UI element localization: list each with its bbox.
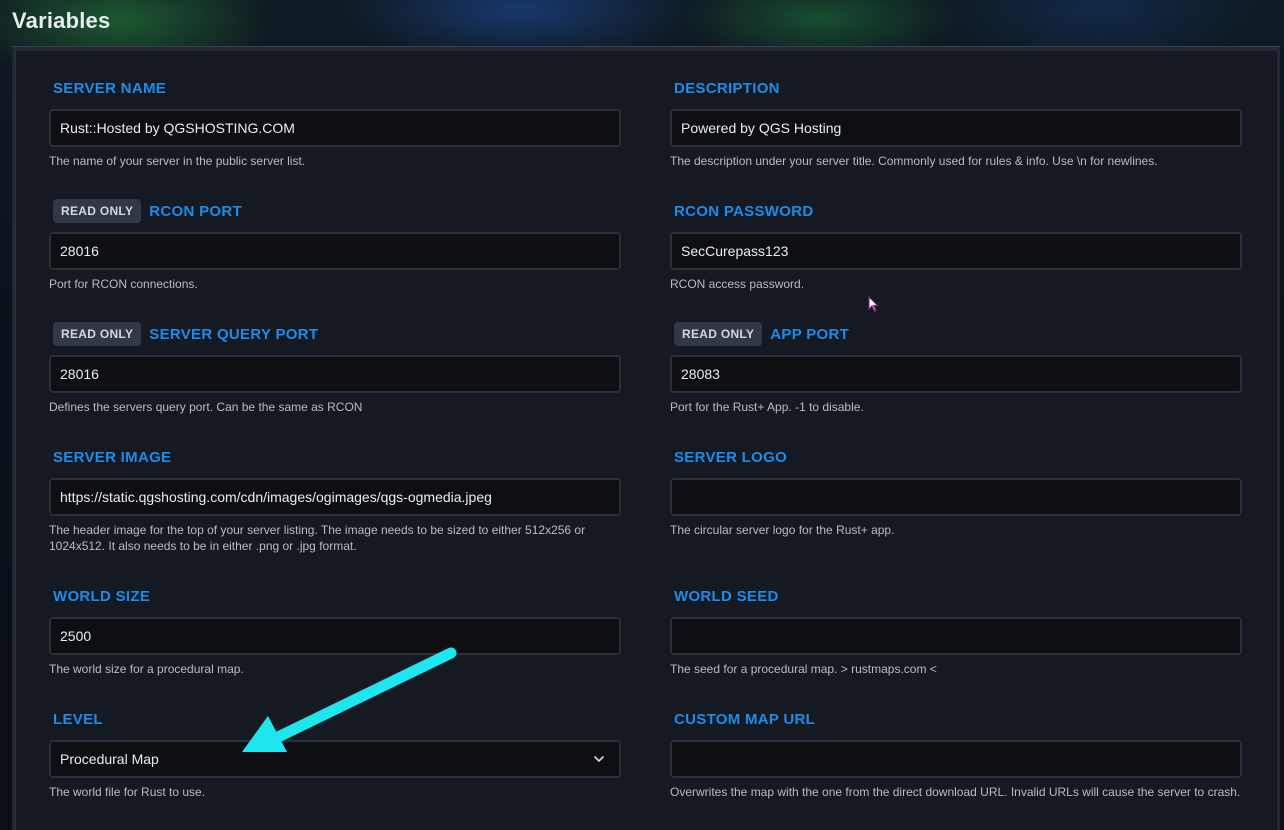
read-only-badge: READ ONLY bbox=[674, 322, 763, 346]
field-description: DESCRIPTION Powered by QGS Hosting The d… bbox=[670, 75, 1242, 169]
field-label: SERVER LOGO bbox=[674, 448, 788, 466]
field-description: The header image for the top of your ser… bbox=[49, 523, 586, 553]
description-input[interactable]: Powered by QGS Hosting bbox=[670, 109, 1242, 147]
field-description: The seed for a procedural map. > rustmap… bbox=[670, 662, 937, 676]
field-description: Port for RCON connections. bbox=[49, 277, 198, 291]
field-label: CUSTOM MAP URL bbox=[674, 710, 816, 728]
field-label: WORLD SEED bbox=[674, 587, 779, 605]
read-only-badge: READ ONLY bbox=[53, 322, 142, 346]
field-label: RCON PASSWORD bbox=[674, 202, 814, 220]
server-query-port-input[interactable]: 28016 bbox=[49, 355, 621, 393]
server-name-input[interactable]: Rust::Hosted by QGSHOSTING.COM bbox=[49, 109, 621, 147]
field-server-logo: SERVER LOGO The circular server logo for… bbox=[670, 444, 1242, 538]
field-level: LEVEL Procedural Map The world file for … bbox=[49, 706, 621, 800]
field-server-image: SERVER IMAGE https://static.qgshosting.c… bbox=[49, 444, 621, 554]
field-description: Port for the Rust+ App. -1 to disable. bbox=[670, 400, 864, 414]
field-app-port: READ ONLY APP PORT 28083 Port for the Ru… bbox=[670, 321, 1242, 415]
level-select-value: Procedural Map bbox=[60, 751, 159, 767]
field-label: LEVEL bbox=[53, 710, 103, 728]
custom-map-url-input[interactable] bbox=[670, 740, 1242, 778]
field-rcon-password: RCON PASSWORD SecCurepass123 RCON access… bbox=[670, 198, 1242, 292]
field-label: RCON PORT bbox=[149, 202, 242, 220]
mouse-cursor-icon bbox=[868, 296, 879, 312]
read-only-badge: READ ONLY bbox=[53, 199, 142, 223]
field-description: The world size for a procedural map. bbox=[49, 662, 244, 676]
field-description: Overwrites the map with the one from the… bbox=[670, 785, 1241, 799]
rcon-password-input[interactable]: SecCurepass123 bbox=[670, 232, 1242, 270]
field-custom-map-url: CUSTOM MAP URL Overwrites the map with t… bbox=[670, 706, 1242, 800]
chevron-down-icon bbox=[594, 756, 604, 762]
field-description: Defines the servers query port. Can be t… bbox=[49, 400, 363, 414]
world-seed-input[interactable] bbox=[670, 617, 1242, 655]
page-title: Variables bbox=[12, 8, 111, 33]
field-description: The name of your server in the public se… bbox=[49, 154, 306, 168]
server-image-input[interactable]: https://static.qgshosting.com/cdn/images… bbox=[49, 478, 621, 516]
field-label: SERVER IMAGE bbox=[53, 448, 172, 466]
field-description: RCON access password. bbox=[670, 277, 805, 291]
field-server-name: SERVER NAME Rust::Hosted by QGSHOSTING.C… bbox=[49, 75, 621, 169]
rcon-port-input[interactable]: 28016 bbox=[49, 232, 621, 270]
field-world-size: WORLD SIZE 2500 The world size for a pro… bbox=[49, 583, 621, 677]
field-rcon-port: READ ONLY RCON PORT 28016 Port for RCON … bbox=[49, 198, 621, 292]
field-label: SERVER QUERY PORT bbox=[149, 325, 319, 343]
field-description: The world file for Rust to use. bbox=[49, 785, 206, 799]
field-label: APP PORT bbox=[770, 325, 850, 343]
field-label: SERVER NAME bbox=[53, 79, 167, 97]
field-description: The description under your server title.… bbox=[670, 154, 1158, 168]
server-logo-input[interactable] bbox=[670, 478, 1242, 516]
field-world-seed: WORLD SEED The seed for a procedural map… bbox=[670, 583, 1242, 677]
field-label: DESCRIPTION bbox=[674, 79, 780, 97]
level-select[interactable]: Procedural Map bbox=[49, 740, 621, 778]
world-size-input[interactable]: 2500 bbox=[49, 617, 621, 655]
field-server-query-port: READ ONLY SERVER QUERY PORT 28016 Define… bbox=[49, 321, 621, 415]
field-description: The circular server logo for the Rust+ a… bbox=[670, 523, 895, 537]
field-label: WORLD SIZE bbox=[53, 587, 151, 605]
app-port-input[interactable]: 28083 bbox=[670, 355, 1242, 393]
